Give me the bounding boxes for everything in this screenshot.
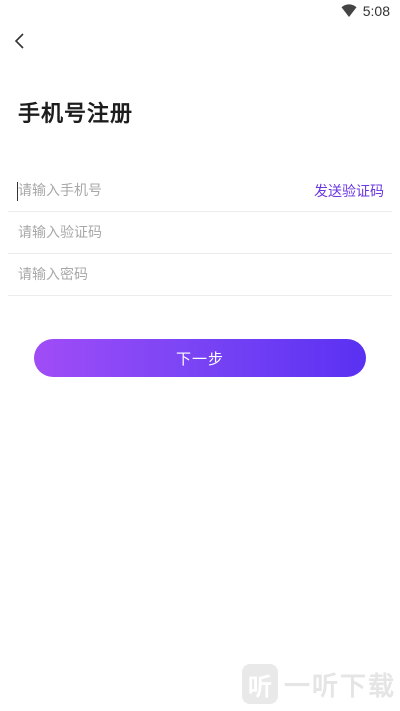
watermark-logo: 听 — [242, 664, 278, 704]
watermark: 听 一听下载 — [242, 664, 396, 704]
status-bar: 5:08 — [0, 0, 400, 24]
phone-field-row: 发送验证码 — [8, 170, 392, 212]
text-caret — [17, 182, 18, 201]
status-time: 5:08 — [362, 3, 390, 19]
back-button[interactable] — [8, 30, 30, 52]
send-code-button[interactable]: 发送验证码 — [314, 181, 384, 201]
password-input[interactable] — [18, 254, 392, 295]
page-title: 手机号注册 — [18, 102, 134, 127]
password-field-row — [8, 254, 392, 296]
chevron-left-icon — [14, 33, 24, 49]
verification-code-input[interactable] — [18, 212, 392, 253]
phone-input[interactable] — [18, 170, 314, 211]
registration-form: 发送验证码 — [8, 170, 392, 296]
watermark-text: 一听下载 — [284, 671, 397, 702]
next-button[interactable]: 下一步 — [34, 339, 366, 377]
code-field-row — [8, 212, 392, 254]
wifi-icon — [341, 4, 357, 17]
status-icons: 5:08 — [341, 3, 390, 19]
